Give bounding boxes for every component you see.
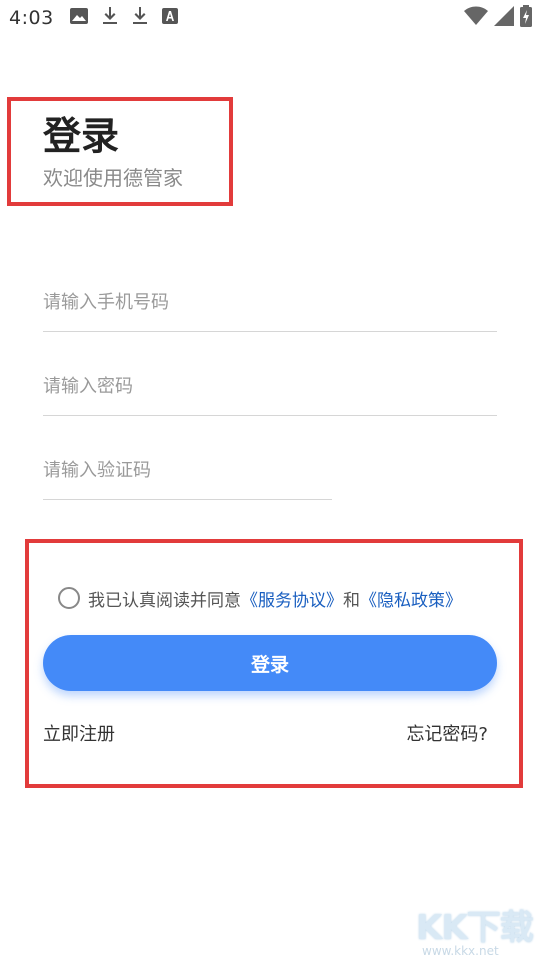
watermark: KK下载 www.kkx.net [416, 900, 536, 958]
watermark-url: www.kkx.net [422, 944, 499, 958]
code-field [43, 438, 332, 500]
download-icon [102, 7, 118, 29]
page-title: 登录 [43, 114, 120, 158]
page-subtitle: 欢迎使用德管家 [43, 166, 183, 190]
password-input[interactable] [43, 376, 497, 397]
agreement-radio[interactable] [58, 587, 80, 609]
signal-icon [494, 6, 514, 30]
wifi-icon [464, 6, 488, 30]
password-field [43, 354, 497, 416]
download-icon [132, 7, 148, 29]
status-bar: 4:03 [0, 0, 540, 36]
agreement-conjunction: 和 [343, 590, 360, 611]
phone-field [43, 270, 497, 332]
service-agreement-link[interactable]: 《服务协议》 [241, 586, 343, 611]
image-icon [70, 8, 88, 28]
verification-code-input[interactable] [43, 460, 332, 481]
agreement-row: 我已认真阅读并同意 《服务协议》 和 《隐私政策》 [58, 586, 462, 611]
watermark-logo: KK下载 [416, 908, 534, 948]
forgot-password-link[interactable]: 忘记密码? [406, 720, 488, 746]
notification-icons [70, 7, 178, 29]
battery-charging-icon [520, 5, 532, 31]
system-icons [464, 5, 532, 31]
status-time: 4:03 [9, 7, 54, 29]
login-button[interactable]: 登录 [43, 635, 497, 691]
register-link[interactable]: 立即注册 [43, 720, 115, 746]
phone-input[interactable] [43, 292, 497, 313]
privacy-policy-link[interactable]: 《隐私政策》 [360, 586, 462, 611]
text-a-icon [162, 8, 178, 28]
agreement-text: 我已认真阅读并同意 [88, 590, 241, 611]
